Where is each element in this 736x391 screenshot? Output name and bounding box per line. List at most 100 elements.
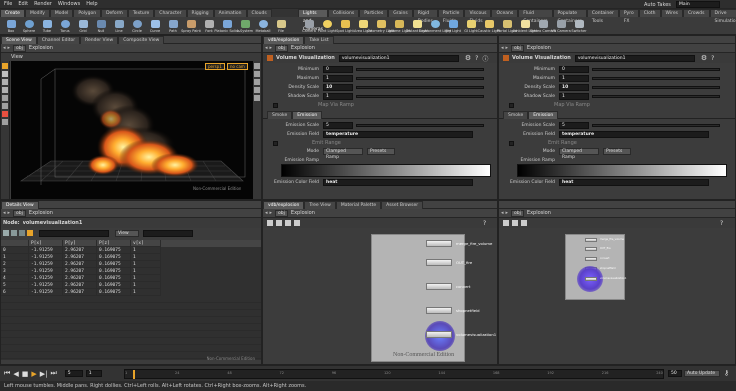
menu-edit[interactable]: Edit	[18, 1, 28, 7]
details-path-node[interactable]: Explosion	[29, 210, 53, 216]
shelf-tab-pyro-fx[interactable]: Pyro FX	[618, 9, 639, 24]
display-options-icon[interactable]	[254, 63, 260, 69]
handle-tool-icon[interactable]	[2, 95, 8, 101]
network-left-path-obj[interactable]: obj	[275, 209, 288, 217]
jump-end-button[interactable]: ⏭	[50, 369, 56, 378]
take-select[interactable]: Main	[676, 1, 720, 8]
select-tool-icon[interactable]	[2, 63, 8, 69]
tool-platonic-solids[interactable]: Platonic Solids	[214, 19, 240, 33]
param-value-field[interactable]: 0	[559, 66, 589, 73]
menu-render[interactable]: Render	[34, 1, 52, 7]
params-right-path-obj[interactable]: obj	[511, 44, 524, 52]
viewport-3d[interactable]: persp1 no cam Non-Commercial Edition	[11, 61, 253, 199]
details-path-obj[interactable]: obj	[13, 209, 26, 217]
table-row[interactable]: 6 -1.91259 2.96207 0.169075 1	[1, 289, 261, 296]
network-node[interactable]: merge_fire_volume	[585, 238, 624, 242]
col-header[interactable]: P[x]	[29, 240, 63, 247]
tool-torus[interactable]: Torus	[56, 19, 74, 33]
network-view-icon[interactable]	[276, 220, 282, 226]
params-right-path-node[interactable]: Explosion	[527, 45, 551, 51]
shelf-tab-texture[interactable]: Texture	[127, 9, 155, 17]
params-right-name-field[interactable]: volumevisualization1	[574, 54, 695, 62]
auto-takes-toggle[interactable]: Auto Takes	[644, 2, 671, 8]
shelf-tab-rigid-bodies[interactable]: Rigid Bodies	[412, 9, 438, 24]
network-edit-icon[interactable]	[503, 220, 509, 226]
presets-select[interactable]: Presets	[367, 148, 395, 155]
viewer-path-obj[interactable]: obj	[13, 44, 26, 52]
info-icon[interactable]: ⓘ	[482, 54, 488, 63]
param-slider[interactable]	[356, 95, 484, 98]
tab-render-view[interactable]: Render View	[80, 35, 119, 44]
tool-grid[interactable]: Grid	[74, 19, 92, 33]
col-header[interactable]: v[x]	[131, 240, 161, 247]
back-arrow-icon[interactable]: ◂	[265, 45, 268, 51]
table-row[interactable]: 0 -1.91259 2.96207 0.169075 1	[1, 247, 261, 254]
tool-l-system[interactable]: L-System	[236, 19, 254, 33]
tool-camera[interactable]: Camera	[300, 19, 318, 33]
scale-tool-icon[interactable]	[2, 87, 8, 93]
tool-sky-light[interactable]: Sky Light	[444, 19, 462, 33]
gear-icon[interactable]: ⚙	[701, 54, 707, 62]
tool-null[interactable]: Null	[92, 19, 110, 33]
tool-environment-light[interactable]: Environment Light	[419, 19, 451, 33]
param-value-field[interactable]: 1	[559, 75, 589, 82]
table-row[interactable]: 3 -1.91259 2.96207 0.169075 1	[1, 268, 261, 275]
menu-file[interactable]: File	[4, 1, 12, 7]
network-node[interactable]: OUT_fire	[585, 247, 611, 251]
tool-file[interactable]: File	[272, 19, 290, 33]
back-arrow-icon[interactable]: ◂	[3, 45, 6, 51]
shelf-tab-deform[interactable]: Deform	[101, 9, 128, 17]
shelf-tab-lights-cameras[interactable]: Lights and Cameras	[298, 9, 328, 32]
tool-curve[interactable]: Curve	[146, 19, 164, 33]
forward-arrow-icon[interactable]: ▸	[506, 210, 509, 216]
menu-help[interactable]: Help	[86, 1, 97, 7]
param-slider[interactable]	[356, 68, 484, 71]
mode-select[interactable]: Clamped Ramp	[323, 148, 363, 160]
map-ramp-checkbox[interactable]	[273, 102, 278, 108]
param-slider[interactable]	[592, 68, 720, 71]
shelf-tab-crowds[interactable]: Crowds	[682, 9, 710, 17]
group-filter-input[interactable]	[39, 229, 109, 237]
param-value-field[interactable]: 10	[323, 84, 353, 91]
shaded-icon[interactable]	[254, 87, 260, 93]
network-left-path-node[interactable]: Explosion	[291, 210, 315, 216]
shelf-tab-collisions[interactable]: Collisions	[328, 9, 360, 17]
persp-camera-menu[interactable]: persp1	[205, 63, 225, 70]
network-tools-icon[interactable]	[521, 220, 527, 226]
tab-tree-view[interactable]: Tree View	[304, 200, 336, 209]
range-end-field[interactable]: 50	[668, 370, 682, 377]
table-row[interactable]: 4 -1.91259 2.96207 0.169075 1	[1, 275, 261, 282]
param-value-field[interactable]: 1	[323, 93, 353, 100]
shelf-tab-create[interactable]: Create	[0, 9, 25, 17]
tab-composite-view[interactable]: Composite View	[118, 35, 165, 44]
param-slider[interactable]	[356, 86, 484, 89]
emit-range-checkbox[interactable]	[273, 140, 278, 146]
presets-select[interactable]: Presets	[603, 148, 631, 155]
table-row[interactable]: 1 -1.91259 2.96207 0.169075 1	[1, 254, 261, 261]
shelf-tab-viscous-fluids[interactable]: Viscous Fluids	[464, 9, 492, 24]
back-arrow-icon[interactable]: ◂	[501, 45, 504, 51]
shelf-tab-drive-simulation[interactable]: Drive Simulation	[709, 9, 736, 24]
jump-start-button[interactable]: ⏮	[4, 369, 10, 378]
forward-arrow-icon[interactable]: ▸	[270, 45, 273, 51]
forward-arrow-icon[interactable]: ▸	[270, 210, 273, 216]
primitives-mode-icon[interactable]	[19, 230, 25, 236]
shelf-tab-populate[interactable]: Populate Containers	[552, 9, 587, 24]
view-menu[interactable]: View	[115, 229, 139, 237]
emission-ramp-widget[interactable]	[281, 164, 491, 177]
network-node-selected[interactable]: volumevisualization1	[426, 331, 496, 338]
auto-update-menu[interactable]: Auto Update	[684, 370, 720, 377]
shelf-tab-polygon[interactable]: Polygon	[73, 9, 102, 17]
attrib-filter-input[interactable]	[143, 229, 193, 237]
view-tool-icon[interactable]	[2, 111, 8, 117]
param-slider[interactable]	[356, 77, 484, 80]
tool-circle[interactable]: Circle	[128, 19, 146, 33]
tab-material-palette[interactable]: Material Palette	[335, 200, 382, 209]
param-value-field[interactable]: 10	[559, 84, 589, 91]
tool-caustic-light[interactable]: Caustic Light	[478, 19, 500, 33]
params-left-path-node[interactable]: Explosion	[291, 45, 315, 51]
tool-spot-light[interactable]: Spot Light	[336, 19, 354, 33]
network-view-icon[interactable]	[512, 220, 518, 226]
network-right-path-node[interactable]: Explosion	[527, 210, 551, 216]
subtab-emission[interactable]: Emission	[292, 110, 323, 119]
